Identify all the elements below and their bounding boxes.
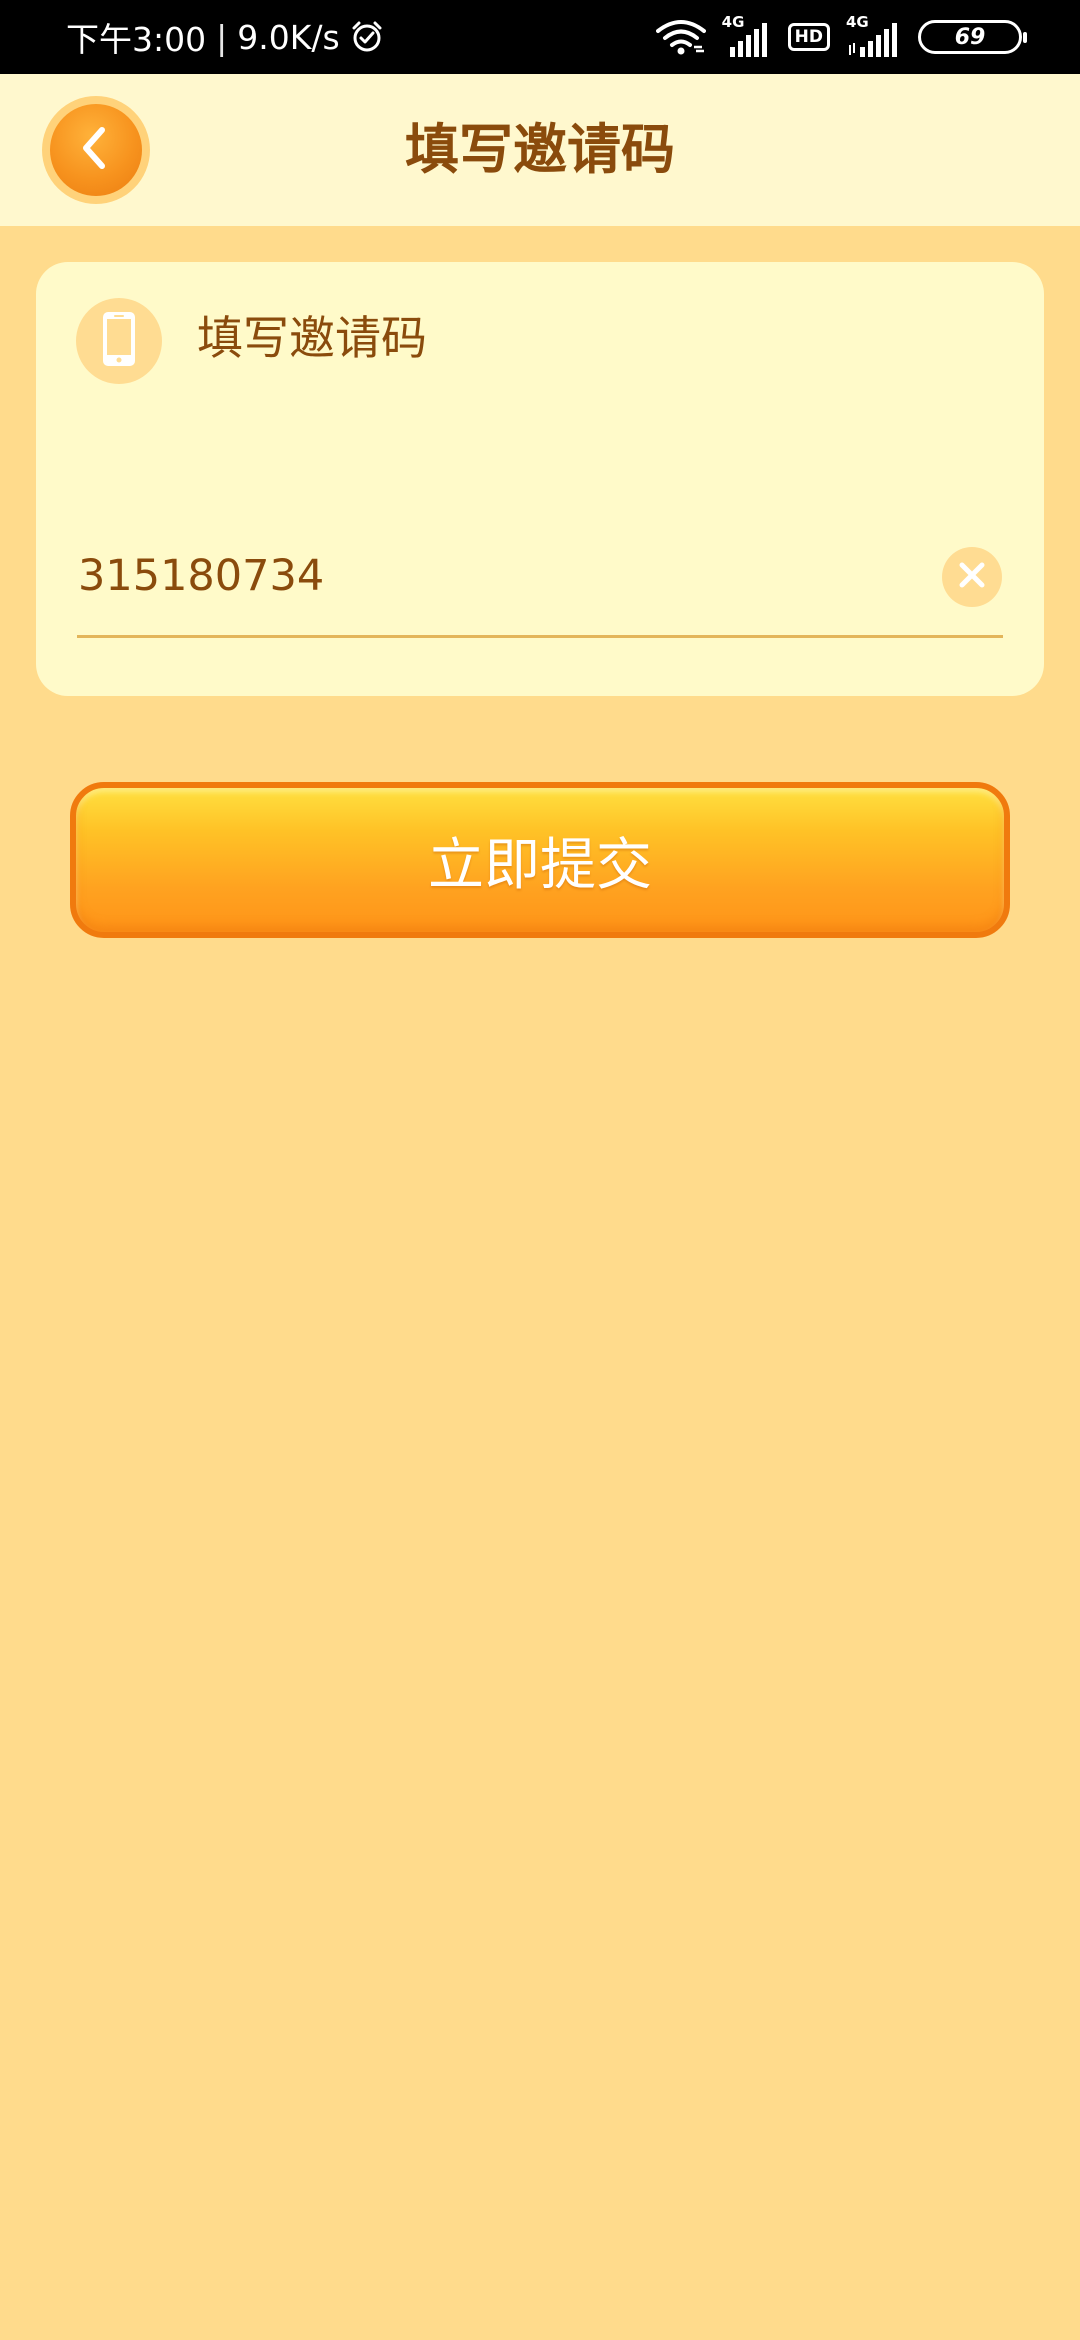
status-separator: | bbox=[216, 17, 228, 57]
back-button-inner[interactable] bbox=[50, 104, 142, 196]
battery-level: 69 bbox=[954, 24, 986, 50]
alarm-icon bbox=[350, 20, 384, 54]
phone-icon-badge bbox=[76, 298, 162, 384]
header: 填写邀请码 bbox=[0, 74, 1080, 226]
hd-icon: HD bbox=[787, 23, 830, 51]
wifi-icon bbox=[655, 19, 706, 55]
input-underline bbox=[77, 635, 1003, 638]
sim2-tag: 4G bbox=[846, 13, 869, 31]
chevron-left-icon bbox=[76, 124, 116, 176]
battery-icon: 69 bbox=[918, 20, 1027, 54]
back-button[interactable] bbox=[42, 96, 150, 204]
signal-icon: 4G bbox=[846, 13, 900, 57]
phone-icon bbox=[99, 310, 139, 372]
status-right: 4G HD 4G 69 bbox=[655, 0, 1027, 74]
network-speed: 9.0K/s bbox=[237, 17, 340, 57]
close-icon bbox=[956, 559, 988, 595]
invite-code-label: 填写邀请码 bbox=[197, 311, 427, 365]
invite-code-card: 填写邀请码 bbox=[36, 262, 1044, 696]
status-left: 下午3:00 | 9.0K/s bbox=[66, 0, 384, 74]
status-time: 下午3:00 bbox=[66, 20, 207, 59]
clear-input-button[interactable] bbox=[942, 547, 1002, 607]
submit-button-label: 立即提交 bbox=[428, 832, 652, 898]
sim1-tag: 4G bbox=[721, 13, 745, 31]
invite-code-input[interactable] bbox=[78, 536, 958, 616]
signal-icon: 4G bbox=[722, 13, 770, 57]
status-bar: 下午3:00 | 9.0K/s 4G HD 4G 69 bbox=[0, 0, 1080, 74]
page-title: 填写邀请码 bbox=[405, 118, 675, 181]
submit-button[interactable]: 立即提交 bbox=[70, 782, 1010, 938]
